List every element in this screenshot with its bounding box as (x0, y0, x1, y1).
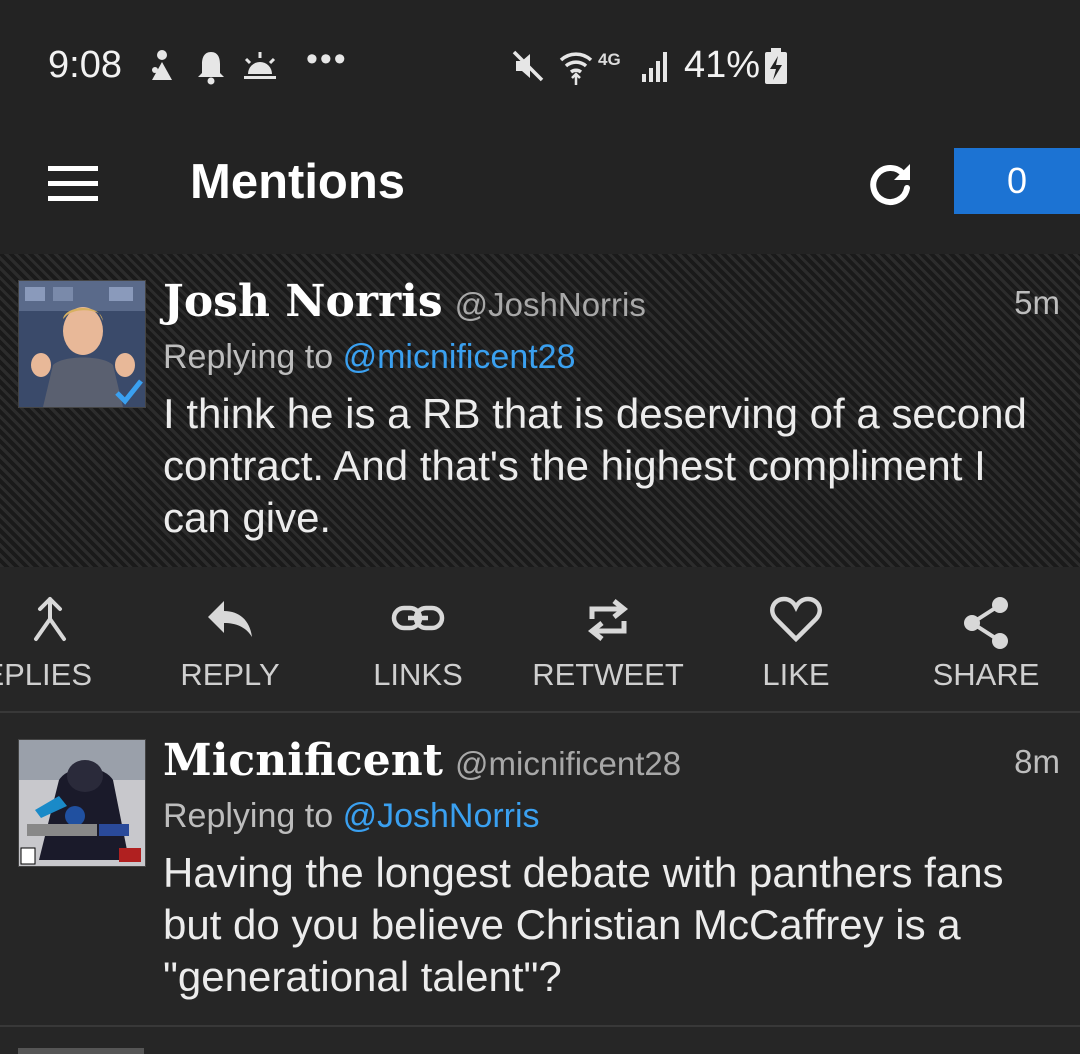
menu-icon (48, 166, 98, 171)
mention-link[interactable]: @JoshNorris (343, 797, 540, 835)
links-label: LINKS (373, 657, 463, 692)
author-handle: @micnificent28 (455, 745, 682, 782)
app-bar: Mentions 0 (0, 130, 1080, 254)
replies-branch-icon (34, 597, 66, 641)
battery-percent: 41% (684, 44, 761, 86)
like-button[interactable]: LIKE (716, 567, 876, 711)
tweet-item[interactable]: Micnificent @micnificent28 8m Replying to… (0, 713, 1080, 1025)
share-button[interactable]: SHARE (906, 567, 1066, 711)
share-label: SHARE (932, 657, 1040, 692)
avatar[interactable] (18, 280, 146, 408)
reply-label: REPLY (180, 657, 280, 692)
battery-charging-icon (765, 48, 787, 84)
more-notifications-icon: ••• (306, 40, 348, 78)
author-name[interactable]: Josh Norris @JoshNorris (163, 276, 646, 327)
avatar[interactable] (18, 739, 146, 867)
replies-button[interactable]: EPLIES (0, 567, 140, 711)
list-divider (0, 1025, 1080, 1027)
wifi-icon (559, 52, 593, 85)
status-time: 9:08 (48, 44, 122, 86)
heart-icon (770, 596, 822, 643)
status-bar: 9:08 ••• 4G 41% (0, 0, 1080, 130)
tweet-item[interactable]: Josh Norris @JoshNorris 5m Replying to @m… (0, 254, 1080, 567)
retweet-label: RETWEET (532, 657, 684, 692)
retweet-button[interactable]: RETWEET (520, 567, 696, 711)
signal-icon (642, 52, 667, 82)
notification-bell-icon (198, 52, 224, 85)
author-name[interactable]: Micnificent @micnificent28 (163, 735, 681, 786)
weather-icon (244, 52, 276, 79)
refresh-icon[interactable] (864, 158, 916, 210)
mute-icon (512, 50, 544, 82)
tweet-action-bar: EPLIES REPLY LINKS RETWEET LIKE (0, 567, 1080, 713)
next-tweet-avatar-peek (18, 1048, 144, 1054)
mention-link[interactable]: @micnificent28 (343, 338, 576, 376)
network-type: 4G (598, 50, 621, 69)
new-count-button[interactable]: 0 (954, 148, 1080, 214)
tweet-time: 8m (1014, 743, 1060, 780)
author-handle: @JoshNorris (454, 286, 646, 323)
reply-arrow-icon (208, 601, 252, 637)
reply-button[interactable]: REPLY (150, 567, 310, 711)
replying-to: Replying to @JoshNorris (163, 797, 540, 835)
tweet-time: 5m (1014, 284, 1060, 321)
share-icon (964, 597, 1008, 649)
menu-button[interactable] (48, 166, 98, 202)
usb-debug-icon (152, 50, 172, 80)
tweet-text: Having the longest debate with panthers … (163, 849, 1004, 1000)
tweet-text: I think he is a RB that is deserving of … (163, 390, 1027, 541)
replies-label: EPLIES (0, 657, 92, 692)
like-label: LIKE (762, 657, 830, 692)
page-title: Mentions (190, 155, 406, 209)
link-icon (391, 605, 445, 631)
retweet-icon (587, 599, 629, 641)
replying-to: Replying to @micnificent28 (163, 338, 576, 376)
links-button[interactable]: LINKS (338, 567, 498, 711)
